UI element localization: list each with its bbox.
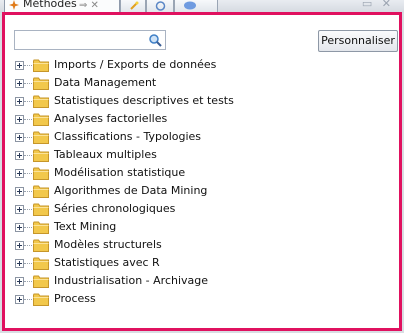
expand-icon[interactable] [15,277,24,286]
folder-icon [33,203,49,216]
tree-connector [24,209,32,211]
expand-icon[interactable] [15,205,24,214]
expand-icon[interactable] [15,223,24,232]
tree-connector [24,299,32,301]
tree-item[interactable]: Statistiques descriptives et tests [14,92,394,110]
tree-item[interactable]: Data Management [14,74,394,92]
tree-item-label: Text Mining [54,220,117,233]
tree-item[interactable]: Tableaux multiples [14,146,394,164]
tree-connector [24,119,32,121]
folder-icon [33,59,49,72]
tree-item[interactable]: Modélisation statistique [14,164,394,182]
tree-connector [24,101,32,103]
expand-icon[interactable] [15,169,24,178]
tree-connector [24,83,32,85]
folder-icon [33,185,49,198]
tree-item[interactable]: Imports / Exports de données [14,56,394,74]
tree-item-label: Modèles structurels [54,238,162,251]
network-icon [155,1,166,11]
folder-icon [33,95,49,108]
expand-icon[interactable] [15,97,24,106]
tab-close-icon[interactable]: ⇒ ✕ [79,0,99,11]
expand-icon[interactable] [15,79,24,88]
tree-item-label: Modélisation statistique [54,166,186,179]
tree-item[interactable]: Séries chronologiques [14,200,394,218]
chat-icon [184,1,196,10]
methods-icon [9,0,19,10]
folder-icon [33,131,49,144]
folder-icon [33,239,49,252]
tree-item-label: Data Management [54,76,157,89]
folder-icon [33,257,49,270]
tree-item-label: Analyses factorielles [54,112,168,125]
tree-connector [24,155,32,157]
tree-item[interactable]: Statistiques avec R [14,254,394,272]
tree-connector [24,137,32,139]
tree-item[interactable]: Classifications - Typologies [14,128,394,146]
expand-icon[interactable] [15,241,24,250]
tree-connector [24,173,32,175]
folder-icon [33,221,49,234]
expand-icon[interactable] [15,151,24,160]
tree-item-label: Tableaux multiples [54,148,157,161]
search-input[interactable] [17,32,147,48]
folder-icon [33,113,49,126]
expand-icon[interactable] [15,259,24,268]
customize-button[interactable]: Personnaliser [318,30,398,52]
folder-icon [33,77,49,90]
expand-icon[interactable] [15,133,24,142]
tree-item[interactable]: Analyses factorielles [14,110,394,128]
tree-connector [24,281,32,283]
expand-icon[interactable] [15,115,24,124]
expand-icon[interactable] [15,295,24,304]
window-controls[interactable]: ▭ ✕ [362,0,394,10]
tree-item[interactable]: Modèles structurels [14,236,394,254]
tree-connector [24,227,32,229]
expand-icon[interactable] [15,61,24,70]
search-icon[interactable] [148,33,162,47]
methods-tree: Imports / Exports de données Data Manage… [14,56,394,308]
tree-item[interactable]: Algorithmes de Data Mining [14,182,394,200]
tree-item-label: Statistiques avec R [54,256,160,269]
wand-icon [130,1,139,10]
tab-methodes-label: Méthodes [23,0,77,10]
tree-item[interactable]: Process [14,290,394,308]
folder-icon [33,293,49,306]
tree-item-label: Statistiques descriptives et tests [54,94,234,107]
tree-item[interactable]: Industrialisation - Archivage [14,272,394,290]
expand-icon[interactable] [15,187,24,196]
tree-item-label: Industrialisation - Archivage [54,274,209,287]
tree-connector [24,263,32,265]
tree-item-label: Algorithmes de Data Mining [54,184,208,197]
tree-item-label: Classifications - Typologies [54,130,202,143]
tree-item-label: Process [54,292,96,305]
search-box[interactable] [14,30,166,50]
tree-connector [24,245,32,247]
tree-item-label: Imports / Exports de données [54,58,217,71]
tree-item-label: Séries chronologiques [54,202,176,215]
folder-icon [33,149,49,162]
tree-item[interactable]: Text Mining [14,218,394,236]
folder-icon [33,275,49,288]
tree-connector [24,65,32,67]
tree-connector [24,191,32,193]
folder-icon [33,167,49,180]
